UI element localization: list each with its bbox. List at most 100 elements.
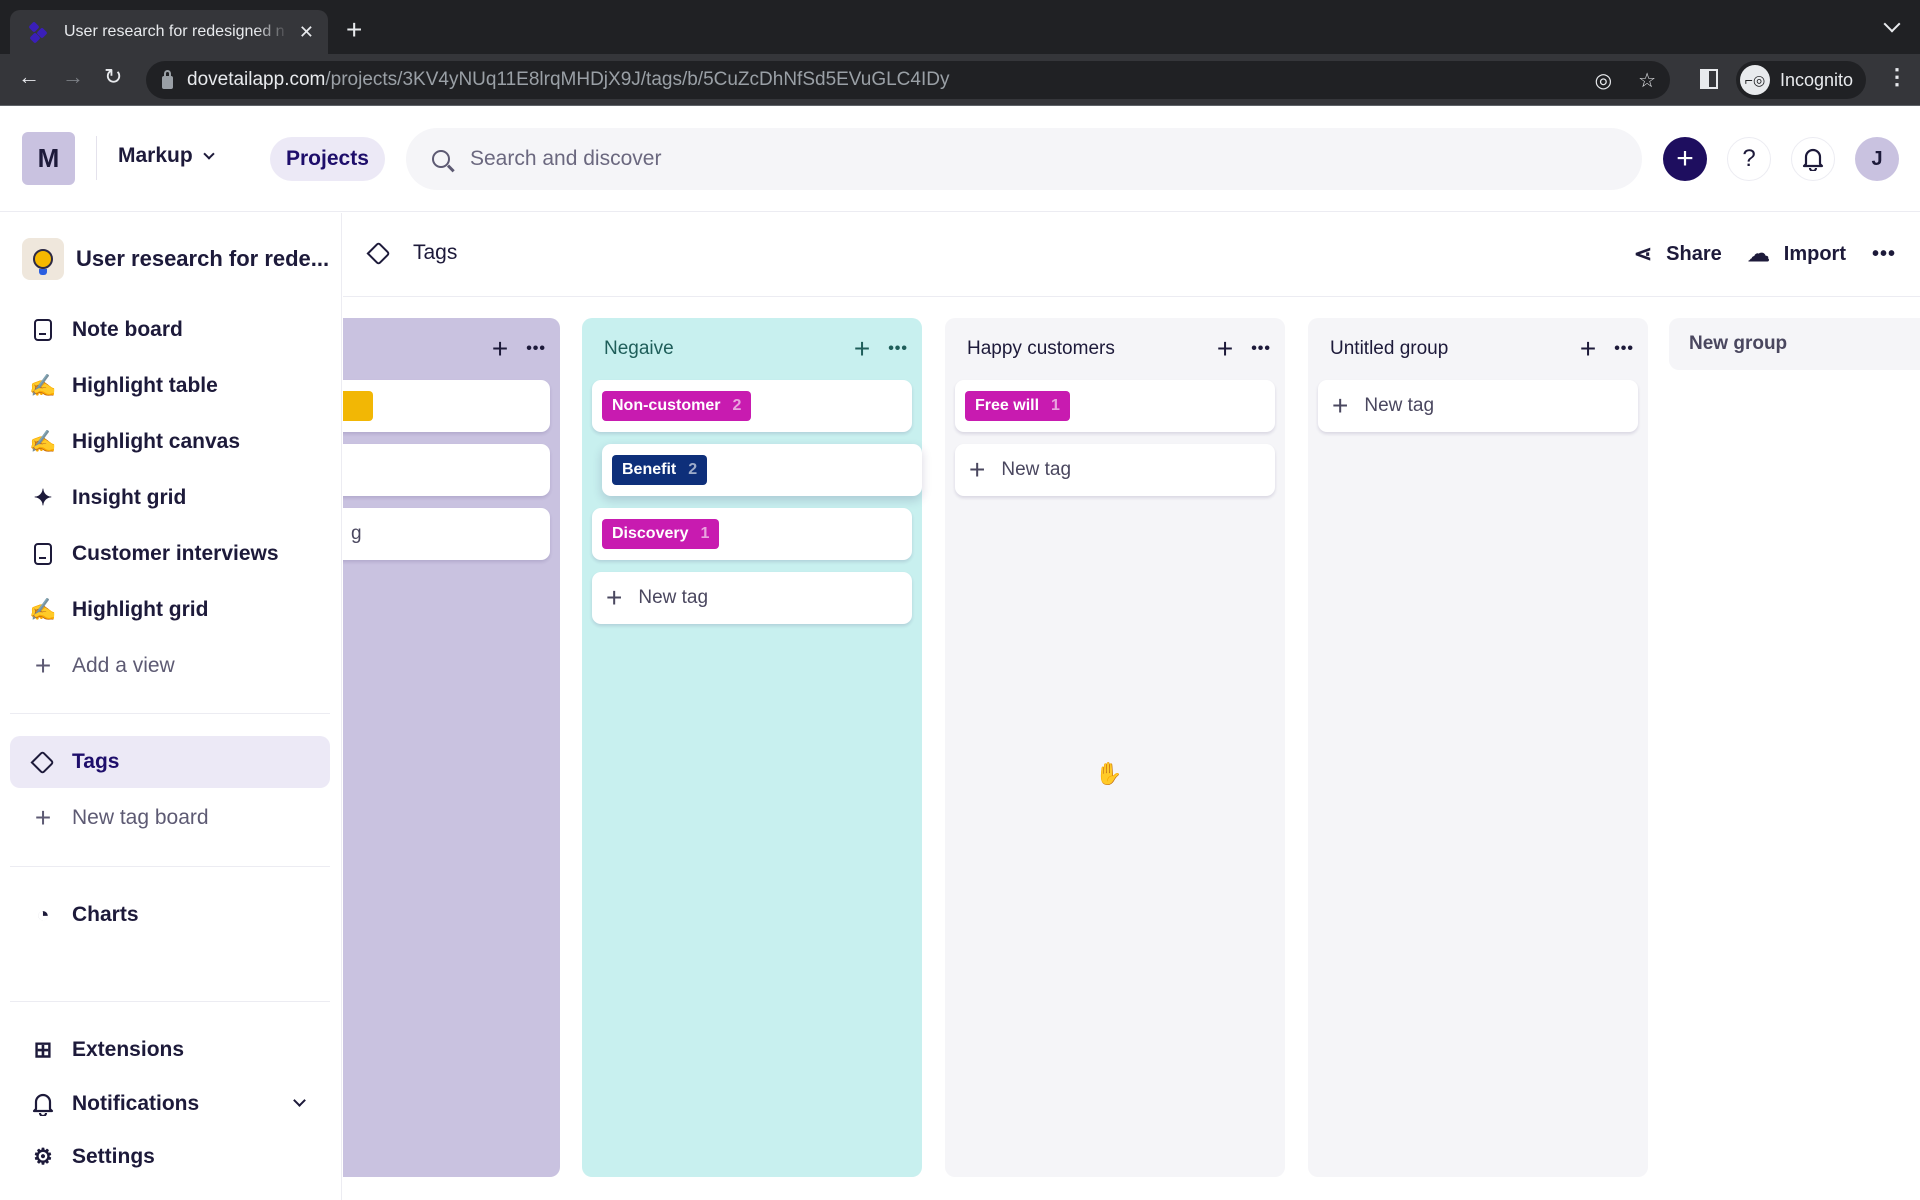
projects-button[interactable]: Projects: [270, 137, 385, 181]
create-button[interactable]: +: [1663, 137, 1707, 181]
tag-icon: [367, 241, 391, 265]
chevron-down-icon[interactable]: [293, 1094, 306, 1107]
sidebar-item-charts[interactable]: ◔ Charts: [10, 889, 330, 941]
group-title[interactable]: Untitled group: [1330, 338, 1448, 360]
sidebar-item-label: Highlight canvas: [72, 430, 241, 453]
sidebar-item-highlight-grid[interactable]: ✍ Highlight grid: [10, 584, 330, 636]
new-tag-label: New tag: [638, 587, 709, 608]
sidebar-item-settings[interactable]: ⚙ Settings: [10, 1131, 330, 1183]
import-label: Import: [1783, 242, 1846, 265]
add-tag-icon[interactable]: +: [854, 335, 870, 363]
tag-label: Free will: [975, 397, 1040, 414]
notifications-button[interactable]: [1791, 137, 1835, 181]
tag-chip[interactable]: Free will 1: [965, 391, 1070, 421]
tag-card[interactable]: Non-customer 2: [592, 380, 912, 432]
tag-chip[interactable]: [343, 391, 373, 421]
add-tag-icon[interactable]: +: [492, 335, 508, 363]
new-tag-button[interactable]: g: [343, 508, 550, 560]
sidebar-item-label: Note board: [72, 318, 183, 341]
tag-card-dragging[interactable]: Benefit 2: [602, 444, 922, 496]
group-options-icon[interactable]: •••: [1251, 340, 1271, 358]
search-bar[interactable]: [406, 128, 1642, 190]
tag-card[interactable]: [343, 444, 550, 496]
add-view-button[interactable]: + Add a view: [10, 640, 330, 692]
new-tag-board-label: New tag board: [72, 806, 209, 829]
address-bar[interactable]: dovetailapp.com /projects/3KV4yNUq11E8lr…: [146, 61, 1670, 99]
group-options-icon[interactable]: •••: [888, 340, 908, 358]
sidebar-item-label: Highlight table: [72, 374, 218, 397]
tag-group-column: Negaive + ••• Non-customer 2 Benefit 2 D…: [582, 318, 922, 1177]
plus-icon: +: [969, 454, 986, 485]
sidebar-item-label: Notifications: [72, 1092, 200, 1115]
tag-chip[interactable]: Benefit 2: [612, 455, 708, 485]
sidebar-item-highlight-canvas[interactable]: ✍ Highlight canvas: [10, 416, 330, 468]
search-input[interactable]: [470, 147, 1570, 171]
more-options-icon[interactable]: •••: [1872, 243, 1896, 266]
sidebar-item-customer-interviews[interactable]: Customer interviews: [10, 528, 330, 580]
reload-icon[interactable]: ↻: [104, 64, 122, 90]
header-divider: [96, 136, 97, 180]
share-button[interactable]: ⋖ Share: [1634, 241, 1722, 267]
tracking-protection-eye-off-icon[interactable]: ◎: [1595, 68, 1612, 93]
group-title[interactable]: Happy customers: [967, 338, 1115, 360]
tag-chip[interactable]: Discovery 1: [602, 519, 720, 549]
extensions-icon: ⊞: [33, 1037, 53, 1062]
bookmark-star-icon[interactable]: ☆: [1638, 68, 1656, 93]
sidebar-item-label: Customer interviews: [72, 542, 279, 565]
new-tag-board-button[interactable]: + New tag board: [10, 792, 330, 844]
help-button[interactable]: ?: [1727, 137, 1771, 181]
user-avatar[interactable]: J: [1855, 137, 1899, 181]
side-panel-icon[interactable]: [1700, 69, 1718, 89]
tab-close-icon[interactable]: ✕: [299, 22, 314, 43]
tab-search-chevron-icon[interactable]: [1883, 15, 1901, 33]
new-tag-button[interactable]: + New tag: [1318, 380, 1638, 432]
sidebar-item-insight-grid[interactable]: ✦ Insight grid: [10, 472, 330, 524]
tag-board: + ••• g Negaive + ••• Non-customer 2 Ben…: [343, 298, 1920, 1200]
new-tag-label: New tag: [1364, 395, 1435, 416]
incognito-profile-button[interactable]: ⌐◎ Incognito: [1736, 61, 1866, 99]
new-tag-label: New tag: [1001, 459, 1072, 480]
tag-label: Benefit: [622, 461, 677, 478]
group-options-icon[interactable]: •••: [526, 340, 546, 358]
back-arrow-icon[interactable]: ←: [18, 64, 40, 90]
tag-card[interactable]: Free will 1: [955, 380, 1275, 432]
sidebar-item-highlight-table[interactable]: ✍ Highlight table: [10, 360, 330, 412]
new-tag-button[interactable]: + New tag: [955, 444, 1275, 496]
new-group-button[interactable]: New group: [1669, 318, 1920, 370]
sparkle-icon: ✦: [33, 485, 53, 510]
tag-card[interactable]: Discovery 1: [592, 508, 912, 560]
browser-tab[interactable]: User research for redesigned n ✕: [10, 10, 328, 54]
forward-arrow-icon[interactable]: →: [62, 64, 84, 90]
incognito-label: Incognito: [1780, 69, 1854, 90]
sidebar-divider: [10, 1001, 330, 1002]
group-title[interactable]: Negaive: [604, 338, 674, 360]
import-button[interactable]: ☁ Import: [1748, 241, 1846, 267]
group-options-icon[interactable]: •••: [1614, 340, 1634, 358]
workspace-avatar[interactable]: M: [22, 132, 75, 185]
tag-count: 2: [732, 397, 742, 414]
sidebar: User research for rede... Note board ✍ H…: [0, 213, 342, 1200]
plus-icon: +: [34, 650, 52, 681]
sidebar-item-note-board[interactable]: Note board: [10, 304, 330, 356]
sidebar-item-extensions[interactable]: ⊞ Extensions: [10, 1024, 330, 1076]
bell-icon: [1802, 148, 1824, 171]
share-icon: ⋖: [1633, 241, 1653, 266]
tag-icon: [30, 749, 56, 775]
browser-tab-strip: User research for redesigned n ✕ +: [0, 0, 1920, 54]
browser-toolbar: ← → ↻ dovetailapp.com /projects/3KV4yNUq…: [0, 54, 1920, 106]
search-icon: [432, 150, 450, 168]
tag-card[interactable]: [343, 380, 550, 432]
sidebar-item-tags[interactable]: Tags: [10, 736, 330, 788]
sidebar-item-label: Extensions: [72, 1038, 185, 1061]
new-tag-button[interactable]: + New tag: [592, 572, 912, 624]
browser-menu-icon[interactable]: ⋮: [1886, 66, 1908, 88]
workspace-switcher[interactable]: Markup: [118, 144, 215, 168]
dovetail-favicon-icon: [28, 21, 50, 44]
sidebar-item-notifications[interactable]: Notifications: [10, 1078, 330, 1130]
add-tag-icon[interactable]: +: [1580, 335, 1596, 363]
highlighter-icon: ✍: [29, 373, 57, 398]
tag-chip[interactable]: Non-customer 2: [602, 391, 752, 421]
new-tab-button[interactable]: +: [346, 16, 362, 44]
lock-icon: [162, 69, 173, 89]
add-tag-icon[interactable]: +: [1217, 335, 1233, 363]
